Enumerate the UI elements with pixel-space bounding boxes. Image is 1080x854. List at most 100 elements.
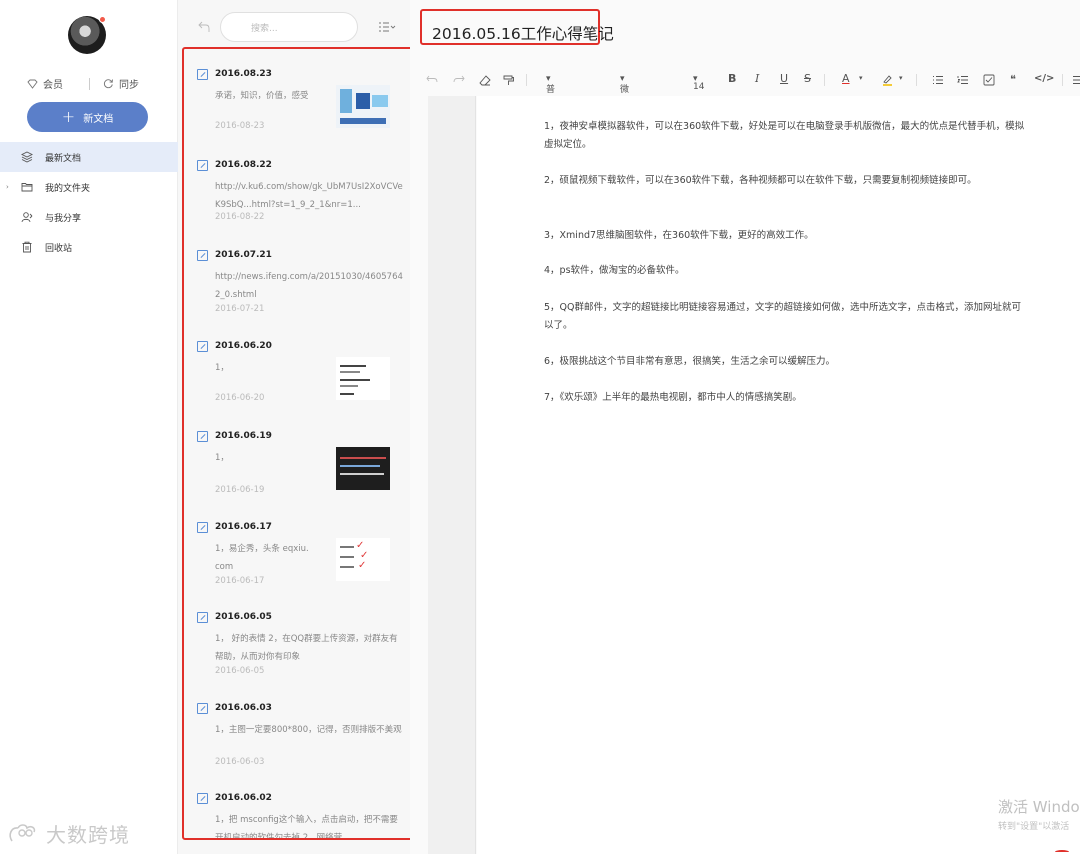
paragraph: 2，硕鼠视频下载软件，可以在360软件下载，各种视频都可以在软件下载，只需要复制… xyxy=(544,175,977,186)
list-item[interactable]: 2016.08.22 http://v.ku6.com/show/gk_UbM7… xyxy=(184,140,444,230)
note-icon xyxy=(197,341,208,352)
divider xyxy=(526,74,527,86)
nav-label: 最新文档 xyxy=(45,153,82,164)
windows-activation-watermark: 激活 Windo xyxy=(998,798,1080,816)
note-title: 2016.08.22 xyxy=(215,160,272,170)
note-date: 2016-06-05 xyxy=(215,666,265,676)
note-title: 2016.06.17 xyxy=(215,522,272,532)
note-list: 2016.08.23 承诺，知识，价值，感受 2016-08-23 2016.0… xyxy=(182,47,446,840)
editor: 2016.05.16工作心得笔记 普通文本 ▾ 微软雅黑 ▾ 14 ▾ B I … xyxy=(410,0,1080,854)
note-date: 2016-08-23 xyxy=(215,121,265,131)
new-doc-button[interactable]: + 新文档 xyxy=(27,102,148,132)
note-thumbnail xyxy=(336,357,390,400)
note-icon xyxy=(197,793,208,804)
brand-text: 大数跨境 xyxy=(46,823,130,847)
list-item[interactable]: 2016.07.21 http://news.ifeng.com/a/20151… xyxy=(184,230,444,320)
bold-button[interactable]: B xyxy=(728,72,736,85)
highlight-icon[interactable] xyxy=(882,74,893,86)
paragraph: 7，《欢乐颂》上半年的最热电视剧，都市中人的情感搞笑剧。 xyxy=(544,392,802,403)
diamond-icon xyxy=(27,79,38,89)
list-view-icon[interactable] xyxy=(378,21,396,33)
note-date: 2016-07-21 xyxy=(215,304,265,314)
more-tools-icon[interactable] xyxy=(1072,75,1080,85)
note-title: 2016.07.21 xyxy=(215,250,272,260)
note-title: 2016.06.19 xyxy=(215,431,272,441)
folder-icon xyxy=(21,183,33,192)
paragraph: 5，QQ群邮件，文字的超链接比明链接容易通过，文字的超链接如何做，选中所选文字，… xyxy=(544,302,1022,331)
note-title: 2016.06.05 xyxy=(215,612,272,622)
paragraph: 6，极限挑战这个节目非常有意思，很搞笑，生活之余可以缓解压力。 xyxy=(544,356,836,367)
sync-label: 同步 xyxy=(119,80,139,91)
highlight-dropdown-icon[interactable]: ▾ xyxy=(899,74,903,82)
sync-icon xyxy=(103,79,113,89)
document-body[interactable]: 1，夜神安卓模拟器软件，可以在360软件下载，好处是可以在电脑登录手机版微信，最… xyxy=(477,96,1080,854)
font-color-dropdown-icon[interactable]: ▾ xyxy=(859,74,863,82)
search-input[interactable]: 搜索... xyxy=(220,12,358,42)
sync-button[interactable]: 同步 xyxy=(103,76,139,91)
list-item[interactable]: 2016.06.17 1，易企秀，头条 eqxiu.com 2016-06-17… xyxy=(184,502,444,592)
note-date: 2016-08-22 xyxy=(215,212,265,222)
underline-button[interactable]: U xyxy=(780,72,788,85)
note-icon xyxy=(197,160,208,171)
note-thumbnail: ✓ ✓ ✓ xyxy=(336,538,390,581)
list-item[interactable]: 2016.06.20 1， 2016-06-20 xyxy=(184,321,444,411)
list-item[interactable]: 2016.06.03 1，主图一定要800*800，记得，否则排版不美观 201… xyxy=(184,683,444,773)
windows-activation-hint: 转到"设置"以激活 xyxy=(998,822,1070,832)
italic-button[interactable]: I xyxy=(755,72,759,85)
strikethrough-button[interactable]: S xyxy=(804,72,811,85)
nav-item-folders[interactable]: › 我的文件夹 xyxy=(0,172,178,202)
undo-icon[interactable] xyxy=(426,75,438,85)
paragraph-style-select[interactable]: 普通文本 ▾ xyxy=(546,74,555,134)
numbered-list-icon[interactable] xyxy=(957,75,969,85)
member-sync-row: 会员 同步 xyxy=(0,76,178,92)
member-button[interactable]: 会员 xyxy=(27,76,63,91)
nav-item-recent[interactable]: 最新文档 xyxy=(0,142,178,172)
note-date: 2016-06-17 xyxy=(215,576,265,586)
share-user-icon xyxy=(21,212,33,223)
font-color-button[interactable]: A xyxy=(842,72,850,85)
note-icon xyxy=(197,431,208,442)
quote-button[interactable]: ❝ xyxy=(1010,73,1016,86)
font-family-select[interactable]: 微软雅黑 ▾ xyxy=(620,74,629,134)
list-toolbar: 搜索... xyxy=(178,0,410,52)
note-summary: 1，主图一定要800*800，记得，否则排版不美观 xyxy=(215,725,402,735)
checkbox-icon[interactable] xyxy=(983,74,995,86)
redo-icon[interactable] xyxy=(453,75,465,85)
paragraph: 1，夜神安卓模拟器软件，可以在360软件下载，好处是可以在电脑登录手机版微信，最… xyxy=(544,121,1025,150)
nav-label: 回收站 xyxy=(45,243,73,254)
code-button[interactable]: </> xyxy=(1034,73,1054,84)
plus-icon: + xyxy=(61,107,76,126)
list-item[interactable]: 2016.06.19 1， 2016-06-19 xyxy=(184,411,444,501)
list-item[interactable]: 2016.08.23 承诺，知识，价值，感受 2016-08-23 xyxy=(184,49,444,139)
note-icon xyxy=(197,612,208,623)
eraser-icon[interactable] xyxy=(479,75,491,86)
bullet-list-icon[interactable] xyxy=(932,75,944,85)
note-thumbnail xyxy=(336,85,390,128)
red-mark xyxy=(1055,850,1069,854)
nav-label: 与我分享 xyxy=(45,213,82,224)
search-placeholder: 搜索... xyxy=(251,23,278,34)
back-icon[interactable] xyxy=(198,21,210,33)
font-size-label: 14 xyxy=(693,82,705,92)
list-item[interactable]: 2016.06.05 1， 好的表情 2，在QQ群要上传资源，对群友有帮助，从而… xyxy=(184,592,444,682)
logo-icon xyxy=(9,823,36,841)
note-thumbnail xyxy=(336,447,390,490)
divider xyxy=(824,74,825,86)
document-title[interactable]: 2016.05.16工作心得笔记 xyxy=(432,22,614,44)
paragraph: 3，Xmind7思维脑图软件，在360软件下载，更好的高效工作。 xyxy=(544,230,814,241)
list-item[interactable]: 2016.06.02 1，把 msconfig这个输入，点击启动，把不需要开机启… xyxy=(184,773,444,838)
divider xyxy=(89,78,90,90)
note-date: 2016-06-03 xyxy=(215,757,265,767)
note-summary: http://news.ifeng.com/a/20151030/4605764… xyxy=(215,272,403,300)
expand-arrow-icon[interactable]: › xyxy=(6,183,9,191)
note-icon xyxy=(197,522,208,533)
note-summary: http://v.ku6.com/show/gk_UbM7UsI2XoVCVeK… xyxy=(215,182,403,210)
format-toolbar: 普通文本 ▾ 微软雅黑 ▾ 14 ▾ B I U S A ▾ ▾ ❝ </> xyxy=(410,66,1080,134)
note-summary: 1， 好的表情 2，在QQ群要上传资源，对群友有帮助，从而对你有印象 xyxy=(215,634,398,662)
format-painter-icon[interactable] xyxy=(503,75,514,86)
font-size-select[interactable]: 14 ▾ xyxy=(693,74,704,92)
nav-label: 我的文件夹 xyxy=(45,183,91,194)
nav-item-trash[interactable]: 回收站 xyxy=(0,232,178,262)
note-title: 2016.08.23 xyxy=(215,69,272,79)
nav-item-shared[interactable]: 与我分享 xyxy=(0,202,178,232)
